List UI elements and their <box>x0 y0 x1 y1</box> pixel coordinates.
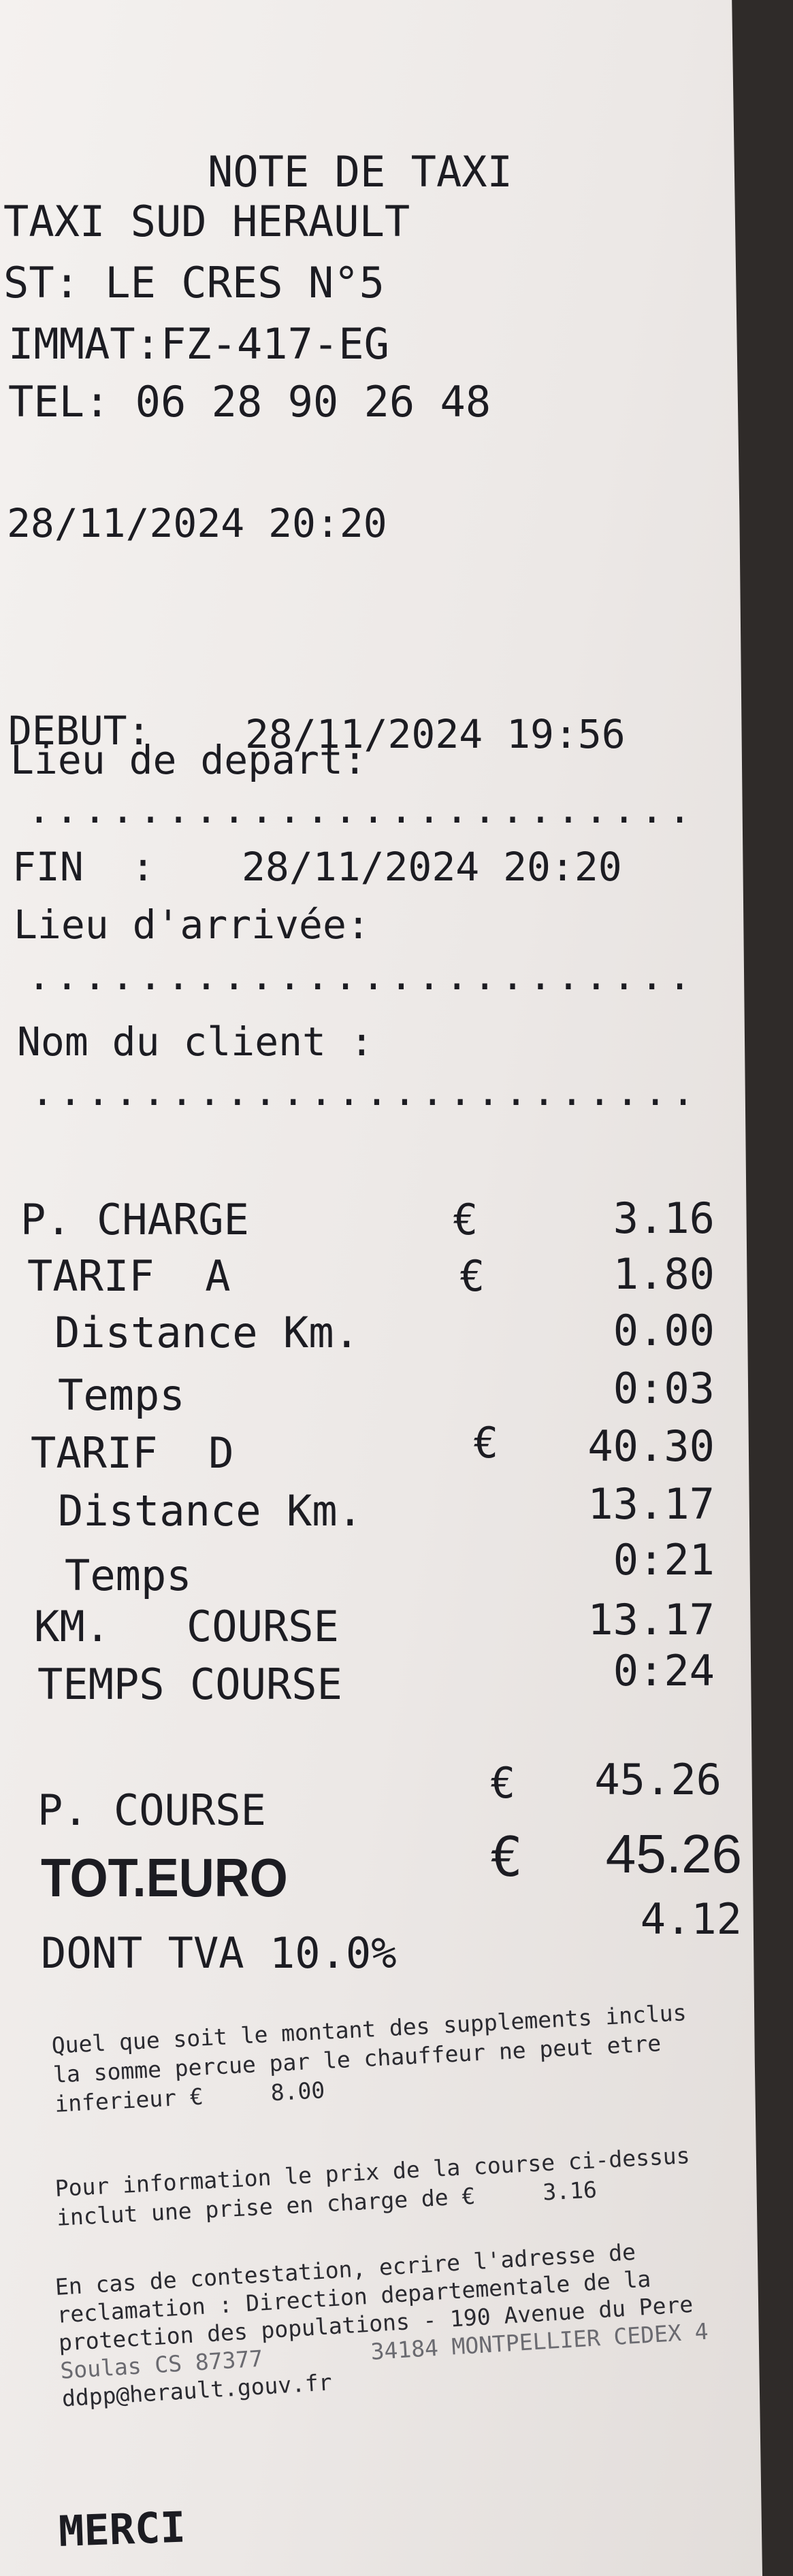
departure-label: Lieu de depart: <box>10 737 367 783</box>
company-name: TAXI SUD HERAULT <box>3 197 410 246</box>
pcourse-currency: € <box>490 1758 516 1808</box>
temps-a-value: 0:03 <box>613 1364 715 1413</box>
arrival-dots: ........................ <box>27 953 696 999</box>
thank-you: MERCI <box>57 2502 187 2556</box>
tarif-d-label: TARIF D <box>31 1428 234 1478</box>
pcharge-label: P. CHARGE <box>20 1195 249 1244</box>
vehicle-registration: IMMAT:FZ-417-EG <box>8 319 389 369</box>
arrival-label: Lieu d'arrivée: <box>14 902 370 948</box>
client-label: Nom du client : <box>17 1019 374 1065</box>
taxi-receipt: NOTE DE TAXI TAXI SUD HERAULT ST: LE CRE… <box>0 0 762 2576</box>
end-label: FIN : <box>12 844 155 890</box>
distance-d-label: Distance Km. <box>58 1486 363 1536</box>
end-value: 28/11/2024 20:20 <box>242 844 622 890</box>
pickup-note: Pour information le prix de la course ci… <box>54 2142 692 2231</box>
km-course-value: 13.17 <box>587 1595 715 1645</box>
km-course-label: KM. COURSE <box>34 1602 339 1651</box>
tarif-d-currency: € <box>473 1418 499 1468</box>
total-euro-label: TOT.EURO <box>41 1847 288 1908</box>
total-euro-value: 45.26 <box>605 1823 742 1884</box>
pcharge-value: 3.16 <box>613 1193 715 1243</box>
temps-d-label: Temps <box>65 1551 192 1600</box>
supplements-note: Quel que soit le montant des supplements… <box>51 1999 690 2117</box>
distance-a-value: 0.00 <box>613 1306 715 1355</box>
tva-value: 4.12 <box>640 1894 742 1944</box>
tarif-a-currency: € <box>459 1251 485 1301</box>
pcourse-label: P. COURSE <box>37 1785 266 1835</box>
client-dots: ........................ <box>31 1068 700 1114</box>
temps-a-label: Temps <box>58 1370 185 1420</box>
tva-label: DONT TVA 10.0% <box>41 1928 397 1978</box>
temps-course-label: TEMPS COURSE <box>37 1659 342 1709</box>
complaint-note: En cas de contestation, ecrire l'adresse… <box>54 2236 711 2412</box>
station: ST: LE CRES N°5 <box>3 258 385 308</box>
temps-d-value: 0:21 <box>613 1535 715 1585</box>
receipt-title: NOTE DE TAXI <box>208 147 513 197</box>
print-datetime: 28/11/2024 20:20 <box>7 500 387 546</box>
temps-course-value: 0:24 <box>613 1646 715 1696</box>
phone-number: TEL: 06 28 90 26 48 <box>8 377 491 427</box>
departure-dots: ........................ <box>27 786 696 832</box>
pcourse-value: 45.26 <box>594 1755 722 1804</box>
tarif-a-value: 1.80 <box>613 1249 715 1299</box>
tarif-d-value: 40.30 <box>587 1421 715 1471</box>
distance-d-value: 13.17 <box>587 1479 715 1529</box>
tarif-a-label: TARIF A <box>27 1251 231 1301</box>
total-euro-currency: € <box>490 1826 523 1889</box>
pcharge-currency: € <box>453 1195 479 1244</box>
distance-a-label: Distance Km. <box>54 1308 359 1357</box>
